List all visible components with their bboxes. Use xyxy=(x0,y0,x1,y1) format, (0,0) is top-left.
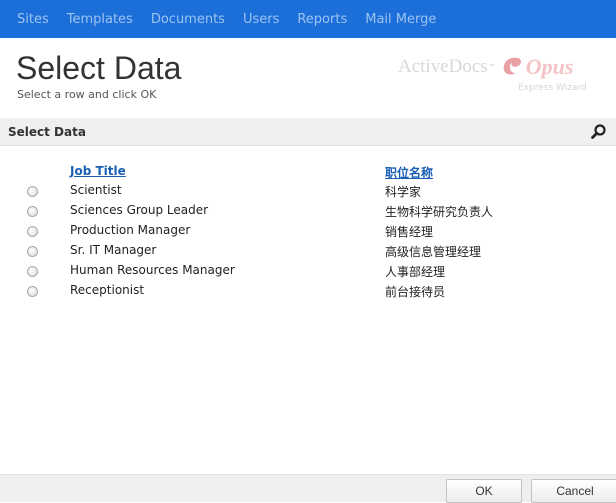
row-radio[interactable] xyxy=(27,206,38,217)
section-header: Select Data xyxy=(0,118,616,146)
nav-users[interactable]: Users xyxy=(234,12,288,27)
cell-job-title: Sciences Group Leader xyxy=(70,203,209,217)
table-row[interactable]: Receptionist 前台接待员 xyxy=(0,282,616,302)
cell-job-title-chinese: 科学家 xyxy=(385,185,422,199)
row-radio[interactable] xyxy=(27,266,38,277)
table-row[interactable]: Sr. IT Manager 高级信息管理经理 xyxy=(0,242,616,262)
page-title: Select Data xyxy=(16,50,182,86)
cell-job-title-chinese: 销售经理 xyxy=(385,225,434,239)
brand-name: ActiveDocs xyxy=(398,56,488,77)
row-radio[interactable] xyxy=(27,226,38,237)
table-row[interactable]: Sciences Group Leader 生物科学研究负责人 xyxy=(0,202,616,222)
row-radio[interactable] xyxy=(27,246,38,257)
cell-job-title: Sr. IT Manager xyxy=(70,243,157,257)
ok-button[interactable]: OK xyxy=(446,479,522,503)
cell-job-title-chinese: 生物科学研究负责人 xyxy=(385,205,494,219)
table-row[interactable]: Production Manager 销售经理 xyxy=(0,222,616,242)
cell-job-title-chinese: 人事部经理 xyxy=(385,265,446,279)
page-subtitle: Select a row and click OK xyxy=(17,88,157,101)
row-radio[interactable] xyxy=(27,286,38,297)
cancel-button[interactable]: Cancel xyxy=(531,479,616,503)
top-navigation: Sites Templates Documents Users Reports … xyxy=(0,0,616,38)
page-header: Select Data Select a row and click OK Ac… xyxy=(0,38,616,110)
opus-swirl-icon xyxy=(500,54,524,80)
cell-job-title: Human Resources Manager xyxy=(70,263,235,277)
nav-sites[interactable]: Sites xyxy=(8,12,58,27)
table-row[interactable]: Scientist 科学家 xyxy=(0,182,616,202)
cell-job-title-chinese: 高级信息管理经理 xyxy=(385,245,482,259)
nav-documents[interactable]: Documents xyxy=(142,12,234,27)
brand-logo: ActiveDocs ™ Opus xyxy=(398,52,573,82)
table-row[interactable]: Human Resources Manager 人事部经理 xyxy=(0,262,616,282)
cell-job-title-chinese: 前台接待员 xyxy=(385,285,446,299)
cell-job-title: Receptionist xyxy=(70,283,145,297)
section-title: Select Data xyxy=(8,125,86,139)
brand-trademark: ™ xyxy=(488,63,496,71)
nav-templates[interactable]: Templates xyxy=(58,12,142,27)
nav-reports[interactable]: Reports xyxy=(288,12,356,27)
cell-job-title: Scientist xyxy=(70,183,122,197)
nav-mail-merge[interactable]: Mail Merge xyxy=(356,12,445,27)
cell-job-title: Production Manager xyxy=(70,223,191,237)
column-header-job-title[interactable]: Job Title xyxy=(70,164,126,178)
dialog-footer: OK Cancel xyxy=(0,474,616,503)
brand-tagline: Express Wizard xyxy=(518,83,587,93)
search-icon[interactable] xyxy=(590,123,608,141)
column-header-job-title-chinese[interactable]: 职位名称 xyxy=(385,164,433,181)
brand-product: Opus xyxy=(525,54,574,79)
row-radio[interactable] xyxy=(27,186,38,197)
